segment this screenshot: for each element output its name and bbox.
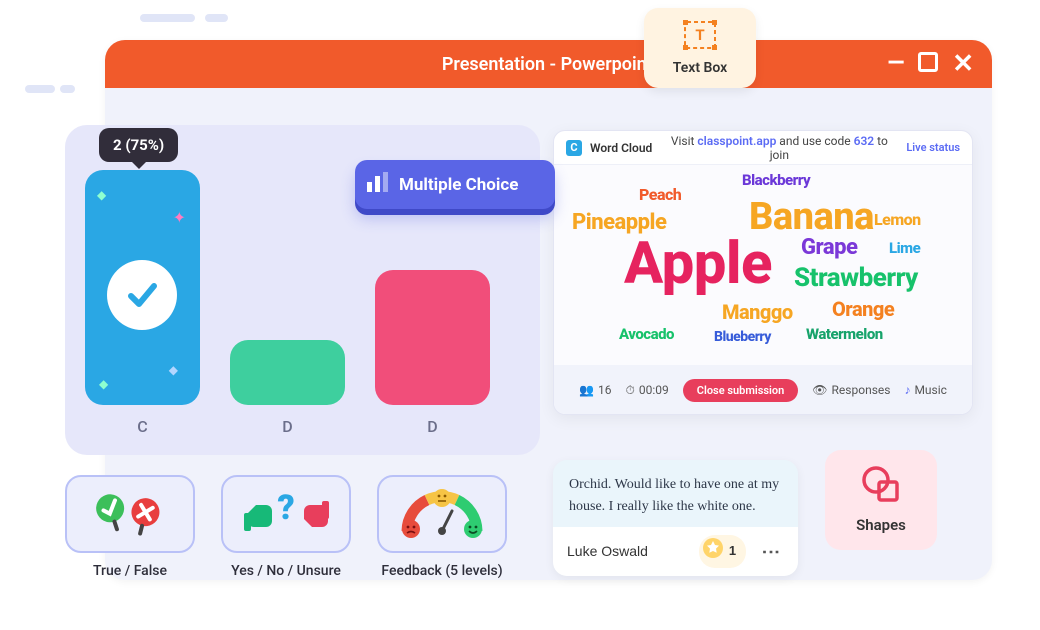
responses-link[interactable]: 👁 Responses <box>812 383 890 397</box>
window-controls: — ✕ <box>870 51 992 77</box>
bar-col-d2: 1 (25%) <box>375 270 490 405</box>
titlebar: Presentation - Powerpoint — ✕ <box>105 40 992 88</box>
wordcloud-word: Watermelon <box>806 325 883 343</box>
wordcloud-word: Blueberry <box>714 329 771 345</box>
feedback-gauge-icon <box>377 475 507 553</box>
confetti-icon: ◆ <box>97 188 106 202</box>
chip-label: Multiple Choice <box>399 175 518 195</box>
live-status-link[interactable]: Live status <box>906 141 960 154</box>
star-icon <box>703 538 723 564</box>
poll-card-yesnounsure[interactable]: ? Yes / No / Unsure <box>221 475 351 579</box>
timer: ⏱ 00:09 <box>626 383 669 398</box>
classpoint-logo-icon: C <box>566 140 582 156</box>
minimize-button[interactable]: — <box>888 53 905 75</box>
bar-col-c: 2 (75%) ◆ ✦ ◆ ◆ <box>85 170 200 405</box>
wordcloud-word: Avocado <box>619 325 674 343</box>
svg-text:T: T <box>695 26 704 44</box>
poll-card-feedback[interactable]: Feedback (5 levels) <box>377 475 507 579</box>
wordcloud-panel: C Word Cloud Visit classpoint.app and us… <box>553 130 973 415</box>
wordcloud-word: Banana <box>749 195 874 239</box>
wordcloud-word: Lemon <box>874 210 921 229</box>
music-icon: ♪ <box>904 383 910 397</box>
restore-button[interactable] <box>918 52 938 77</box>
multiple-choice-chip[interactable]: Multiple Choice <box>355 160 555 209</box>
response-footer: Luke Oswald 1 ⋮ <box>553 527 798 575</box>
star-badge[interactable]: 1 <box>699 535 746 567</box>
poll-label: True / False <box>93 563 167 579</box>
textbox-label: Text Box <box>673 60 728 76</box>
poll-label: Yes / No / Unsure <box>231 563 341 579</box>
bar-col-d1: 0 <box>230 340 345 405</box>
correct-check-icon <box>107 260 177 330</box>
poll-label: Feedback (5 levels) <box>381 563 502 579</box>
clock-icon: ⏱ <box>626 383 635 398</box>
bar-axis-label: D <box>230 417 345 436</box>
bar-axis-label: C <box>85 417 200 436</box>
bar-labels: C D D <box>85 417 520 436</box>
wordcloud-word: Pineapple <box>572 210 666 235</box>
textbox-tool-card[interactable]: T Text Box <box>644 8 756 88</box>
response-author: Luke Oswald <box>567 541 648 563</box>
poll-options-row: True / False ? Yes / No / Unsure <box>65 475 507 579</box>
bar-c[interactable]: ◆ ✦ ◆ ◆ <box>85 170 200 405</box>
participants-count: 👥 16 <box>579 383 611 397</box>
people-icon: 👥 <box>579 383 594 397</box>
wordcloud-word: Blackberry <box>742 171 810 189</box>
shapes-tool-card[interactable]: Shapes <box>825 450 937 550</box>
wordcloud-canvas: AppleBanana Strawberry Pineapple Grape Mangg… <box>554 165 972 365</box>
close-button[interactable]: ✕ <box>952 51 974 77</box>
shapes-icon <box>861 466 901 506</box>
music-toggle[interactable]: ♪ Music <box>904 383 946 397</box>
bar-value-label: 2 (75%) <box>99 128 178 162</box>
student-response-card: Orchid. Would like to have one at my hou… <box>553 460 798 576</box>
bar-chart-icon <box>367 172 389 197</box>
star-count: 1 <box>729 541 736 561</box>
more-menu-button[interactable]: ⋮ <box>756 543 784 560</box>
join-instructions: Visit classpoint.app and use code 632 to… <box>660 134 898 162</box>
truefalse-icon <box>65 475 195 553</box>
poll-card-truefalse[interactable]: True / False <box>65 475 195 579</box>
yesnounsure-icon: ? <box>221 475 351 553</box>
shapes-label: Shapes <box>856 516 906 534</box>
decoration-line <box>140 14 195 22</box>
confetti-icon: ✦ <box>173 208 186 227</box>
decoration-line <box>25 85 55 93</box>
bar-axis-label: D <box>375 417 490 436</box>
bar-d2[interactable] <box>375 270 490 405</box>
svg-text:?: ? <box>277 489 294 528</box>
bar-d1[interactable] <box>230 340 345 405</box>
wordcloud-title: Word Cloud <box>590 141 652 155</box>
wordcloud-word: Manggo <box>722 300 793 324</box>
close-submission-button[interactable]: Close submission <box>683 379 799 402</box>
eye-icon: 👁 <box>812 383 827 397</box>
wordcloud-word: Grape <box>801 235 857 260</box>
wordcloud-word: Lime <box>889 239 920 257</box>
textbox-icon: T <box>683 20 717 54</box>
confetti-icon: ◆ <box>99 377 108 391</box>
wordcloud-word: Orange <box>832 297 894 321</box>
wordcloud-footer: 👥 16 ⏱ 00:09 Close submission 👁 Response… <box>554 365 972 415</box>
response-text: Orchid. Would like to have one at my hou… <box>569 474 782 517</box>
decoration-line <box>205 14 228 22</box>
wordcloud-word: Apple <box>624 230 772 298</box>
wordcloud-word: Strawberry <box>794 263 918 293</box>
confetti-icon: ◆ <box>169 363 178 377</box>
decoration-line <box>60 85 75 93</box>
wordcloud-word: Peach <box>639 185 681 204</box>
wordcloud-header: C Word Cloud Visit classpoint.app and us… <box>554 131 972 165</box>
